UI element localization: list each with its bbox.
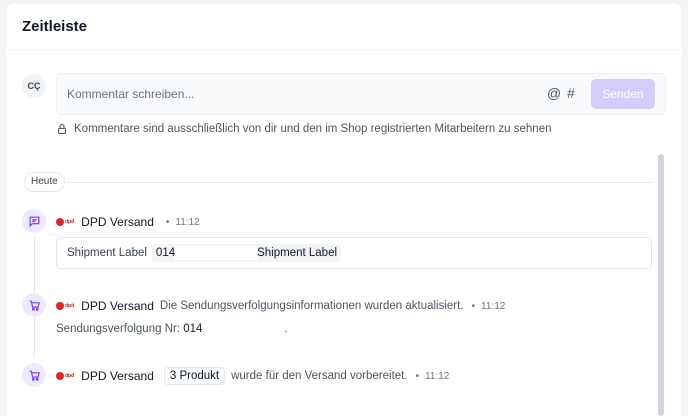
redacted-area	[175, 246, 258, 260]
cart-icon	[22, 293, 46, 317]
mention-icon[interactable]: @	[547, 85, 561, 101]
timeline-event-3: dpd DPD Versand 3 Produkt wurde für den …	[56, 367, 449, 385]
send-button[interactable]: Senden	[591, 79, 655, 109]
timeline-event-2: dpd DPD Versand Die Sendungsverfolgungsi…	[56, 299, 505, 313]
panel-value: 014	[155, 247, 176, 260]
event-time: 11:12	[425, 370, 450, 382]
tracking-number[interactable]: 014	[183, 323, 202, 335]
privacy-hint: Kommentare sind ausschließlich von dir u…	[56, 123, 552, 135]
panel-tag: Shipment Label	[257, 247, 338, 260]
comment-icon	[22, 209, 46, 233]
shipment-label-chip[interactable]: 014 Shipment Label	[151, 244, 342, 262]
timeline-card: Zeitleiste CÇ @ # Senden Kommentare sind…	[6, 4, 682, 416]
day-divider: Heute	[24, 172, 652, 192]
cart-icon	[22, 363, 46, 387]
event-actor: DPD Versand	[81, 215, 154, 229]
product-count-badge[interactable]: 3 Produkt	[163, 367, 226, 385]
event-actor: DPD Versand	[81, 299, 154, 313]
event-message: wurde für den Versand vorbereitet.	[231, 370, 408, 382]
shipment-label-panel: Shipment Label 014 Shipment Label	[56, 237, 652, 269]
bullet-separator: •	[471, 300, 476, 312]
divider-line	[66, 182, 652, 183]
hashtag-icon[interactable]: #	[567, 85, 575, 101]
dpd-logo-icon: dpd	[56, 372, 74, 380]
tracking-suffix: .	[284, 323, 288, 336]
event-message: Die Sendungsverfolgungsinformationen wur…	[159, 300, 464, 312]
scrollbar[interactable]	[658, 154, 664, 416]
timeline-header: Zeitleiste	[6, 4, 682, 50]
lock-icon	[57, 123, 67, 135]
bullet-separator: •	[165, 216, 170, 228]
page-title: Zeitleiste	[22, 18, 88, 35]
dpd-logo-icon: dpd	[56, 302, 74, 310]
timeline-event-1: dpd DPD Versand • 11:12	[56, 215, 200, 229]
panel-label: Shipment Label	[67, 247, 147, 259]
event-time: 11:12	[175, 216, 200, 228]
comment-composer: @ # Senden	[56, 73, 666, 115]
privacy-hint-text: Kommentare sind ausschließlich von dir u…	[74, 123, 552, 135]
dpd-logo-icon: dpd	[56, 218, 74, 226]
day-label: Heute	[24, 172, 65, 192]
event-actor: DPD Versand	[81, 369, 154, 383]
tracking-label: Sendungsverfolgung Nr:	[56, 323, 181, 336]
event-time: 11:12	[481, 300, 506, 312]
tracking-detail: Sendungsverfolgung Nr: 014.	[56, 322, 288, 336]
redacted-area	[202, 322, 285, 336]
comment-input[interactable]	[67, 84, 527, 104]
bullet-separator: •	[415, 370, 420, 382]
avatar: CÇ	[22, 74, 46, 98]
